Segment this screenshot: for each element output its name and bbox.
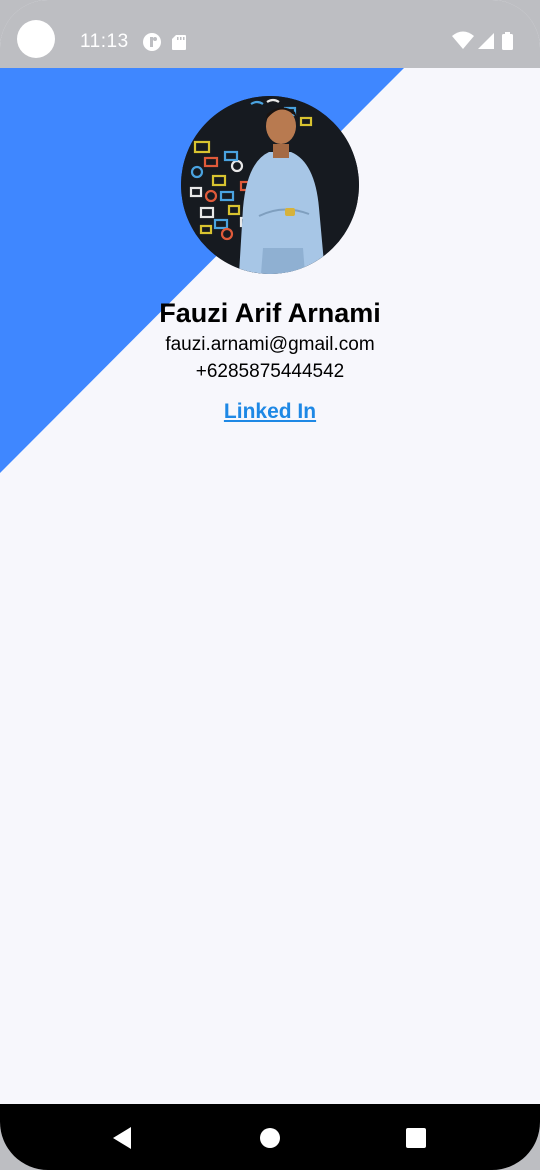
notification-app-icon	[143, 33, 161, 51]
profile-screen: Fauzi Arif Arnami fauzi.arnami@gmail.com…	[0, 68, 540, 1104]
back-icon[interactable]	[108, 1124, 136, 1152]
status-icons-right	[452, 31, 513, 50]
navigation-bar	[0, 1104, 540, 1170]
home-icon[interactable]	[256, 1124, 284, 1152]
profile-avatar	[181, 96, 359, 274]
phone-screen: 11:13 Fauzi Arif Arnami fauzi.arnami@gma…	[0, 0, 540, 1170]
profile-name: Fauzi Arif Arnami	[159, 298, 381, 328]
recents-icon[interactable]	[402, 1124, 430, 1152]
profile-photo	[181, 96, 359, 274]
status-bar: 11:13	[0, 0, 540, 68]
battery-icon	[502, 32, 513, 50]
wifi-icon	[452, 31, 474, 49]
profile-phone: +6285875444542	[195, 361, 345, 382]
signal-icon	[478, 33, 494, 49]
status-icons-left	[143, 33, 186, 51]
status-time: 11:13	[80, 31, 129, 52]
linkedin-link[interactable]: Linked In	[0, 400, 540, 424]
camera-cutout	[17, 20, 55, 58]
sd-card-icon	[172, 35, 186, 50]
profile-email: fauzi.arnami@gmail.com	[165, 334, 375, 355]
